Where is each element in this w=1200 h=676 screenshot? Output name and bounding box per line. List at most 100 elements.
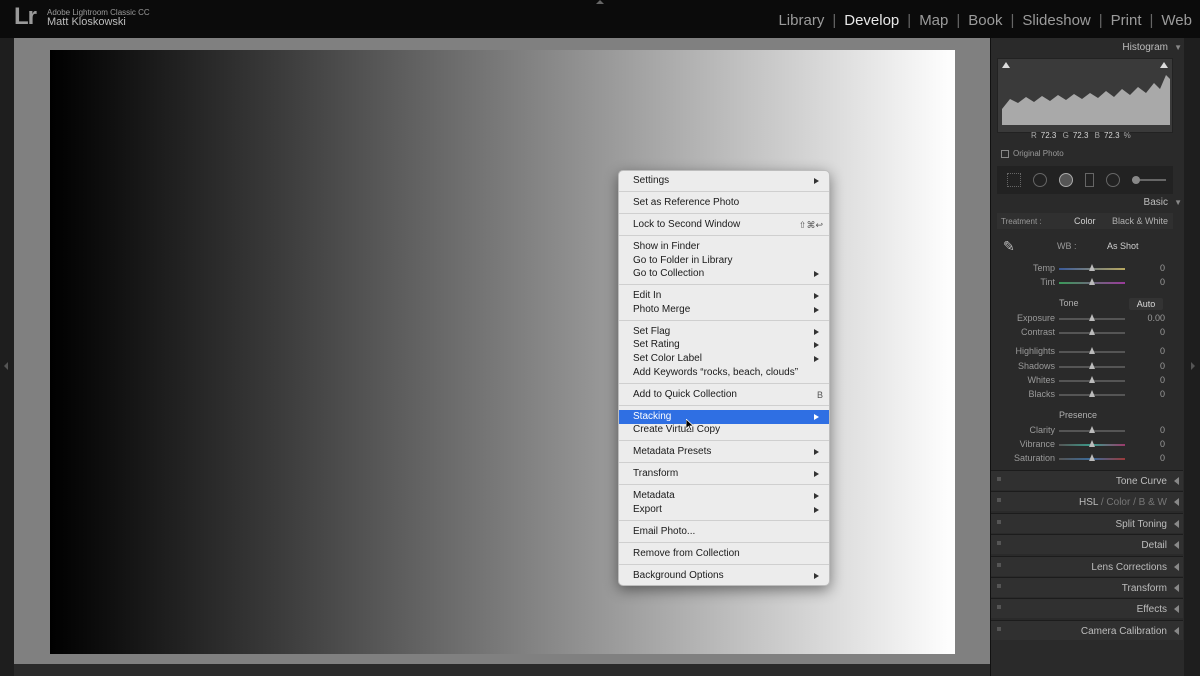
treatment-bw-button[interactable]: Black & White bbox=[1112, 216, 1168, 226]
vibrance-slider[interactable]: Vibrance 0 bbox=[997, 439, 1173, 451]
radial-filter-icon[interactable] bbox=[1106, 173, 1120, 187]
module-web[interactable]: Web bbox=[1153, 12, 1200, 29]
panel-switch-icon[interactable] bbox=[997, 541, 1001, 545]
panel-switch-icon[interactable] bbox=[997, 605, 1001, 609]
expand-triangle-icon[interactable] bbox=[1174, 605, 1179, 613]
detail-panel[interactable]: Detail bbox=[991, 534, 1183, 554]
original-photo-toggle[interactable]: Original Photo bbox=[1001, 149, 1064, 158]
right-panel-toggle-icon[interactable] bbox=[1191, 362, 1195, 370]
effects-panel[interactable]: Effects bbox=[991, 598, 1183, 618]
menu-item-email-photo[interactable]: Email Photo... bbox=[619, 525, 829, 539]
contrast-knob[interactable] bbox=[1089, 328, 1095, 335]
menu-item-set-color-label[interactable]: Set Color Label bbox=[619, 352, 829, 366]
lens-corrections-panel[interactable]: Lens Corrections bbox=[991, 556, 1183, 576]
adjustment-brush-icon[interactable] bbox=[1132, 176, 1166, 184]
hsl-tab[interactable]: HSL bbox=[1079, 497, 1098, 508]
highlights-value[interactable]: 0 bbox=[1160, 346, 1165, 356]
top-panel-toggle-icon[interactable] bbox=[596, 0, 604, 4]
blacks-knob[interactable] bbox=[1089, 390, 1095, 397]
expand-triangle-icon[interactable] bbox=[1174, 627, 1179, 635]
temp-value[interactable]: 0 bbox=[1160, 263, 1165, 273]
expand-triangle-icon[interactable] bbox=[1174, 541, 1179, 549]
shadow-clipping-icon[interactable] bbox=[1002, 62, 1010, 68]
menu-item-stacking[interactable]: Stacking bbox=[619, 410, 829, 424]
menu-item-create-virtual-copy[interactable]: Create Virtual Copy bbox=[619, 423, 829, 437]
saturation-value[interactable]: 0 bbox=[1160, 453, 1165, 463]
shadows-knob[interactable] bbox=[1089, 362, 1095, 369]
checkbox-icon[interactable] bbox=[1001, 149, 1009, 158]
menu-item-go-folder[interactable]: Go to Folder in Library bbox=[619, 254, 829, 268]
hsl-panel[interactable]: HSL / Color / B & W bbox=[991, 491, 1183, 511]
crop-tool-icon[interactable] bbox=[1007, 173, 1021, 187]
shadows-value[interactable]: 0 bbox=[1160, 361, 1165, 371]
wb-select[interactable]: As Shot bbox=[1107, 241, 1139, 251]
vibrance-value[interactable]: 0 bbox=[1160, 439, 1165, 449]
auto-button[interactable]: Auto bbox=[1129, 298, 1163, 310]
color-tab[interactable]: Color bbox=[1106, 497, 1130, 508]
tint-knob[interactable] bbox=[1089, 278, 1095, 285]
menu-item-go-collection[interactable]: Go to Collection bbox=[619, 267, 829, 281]
photo-viewer[interactable] bbox=[14, 38, 990, 664]
contrast-slider[interactable]: Contrast 0 bbox=[997, 327, 1173, 339]
menu-item-lock-second-window[interactable]: Lock to Second Window ⇧⌘↩ bbox=[619, 218, 829, 232]
tone-curve-panel[interactable]: Tone Curve bbox=[991, 470, 1183, 490]
menu-item-edit-in[interactable]: Edit In bbox=[619, 289, 829, 303]
expand-triangle-icon[interactable] bbox=[1174, 498, 1179, 506]
basic-header[interactable]: Basic bbox=[1144, 197, 1168, 208]
menu-item-metadata-presets[interactable]: Metadata Presets bbox=[619, 445, 829, 459]
menu-item-add-keywords[interactable]: Add Keywords “rocks, beach, clouds” bbox=[619, 366, 829, 380]
highlights-knob[interactable] bbox=[1089, 347, 1095, 354]
spot-removal-icon[interactable] bbox=[1033, 173, 1047, 187]
exposure-knob[interactable] bbox=[1089, 314, 1095, 321]
eyedropper-icon[interactable]: ✎ bbox=[1003, 238, 1015, 255]
whites-value[interactable]: 0 bbox=[1160, 375, 1165, 385]
saturation-knob[interactable] bbox=[1089, 454, 1095, 461]
clarity-value[interactable]: 0 bbox=[1160, 425, 1165, 435]
shadows-slider[interactable]: Shadows 0 bbox=[997, 361, 1173, 373]
collapse-triangle-icon[interactable]: ▼ bbox=[1174, 43, 1182, 52]
menu-item-set-reference[interactable]: Set as Reference Photo bbox=[619, 196, 829, 210]
module-develop[interactable]: Develop bbox=[836, 12, 907, 29]
menu-item-settings[interactable]: Settings bbox=[619, 174, 829, 188]
camera-calibration-panel[interactable]: Camera Calibration bbox=[991, 620, 1183, 640]
expand-triangle-icon[interactable] bbox=[1174, 584, 1179, 592]
menu-item-background-options[interactable]: Background Options bbox=[619, 569, 829, 583]
graduated-filter-icon[interactable] bbox=[1085, 173, 1094, 187]
clarity-slider[interactable]: Clarity 0 bbox=[997, 425, 1173, 437]
menu-item-set-flag[interactable]: Set Flag bbox=[619, 325, 829, 339]
module-library[interactable]: Library bbox=[770, 12, 832, 29]
tint-slider[interactable]: Tint 0 bbox=[997, 277, 1173, 289]
temp-slider[interactable]: Temp 0 bbox=[997, 263, 1173, 275]
transform-panel[interactable]: Transform bbox=[991, 577, 1183, 597]
blacks-slider[interactable]: Blacks 0 bbox=[997, 389, 1173, 401]
treatment-color-button[interactable]: Color bbox=[1074, 216, 1096, 226]
module-book[interactable]: Book bbox=[960, 12, 1010, 29]
menu-item-export[interactable]: Export bbox=[619, 503, 829, 517]
menu-item-set-rating[interactable]: Set Rating bbox=[619, 338, 829, 352]
whites-knob[interactable] bbox=[1089, 376, 1095, 383]
panel-switch-icon[interactable] bbox=[997, 563, 1001, 567]
temp-knob[interactable] bbox=[1089, 264, 1095, 271]
vibrance-knob[interactable] bbox=[1089, 440, 1095, 447]
whites-slider[interactable]: Whites 0 bbox=[997, 375, 1173, 387]
bw-tab[interactable]: B & W bbox=[1139, 497, 1167, 508]
module-print[interactable]: Print bbox=[1103, 12, 1150, 29]
collapse-triangle-icon[interactable]: ▼ bbox=[1174, 198, 1182, 207]
menu-item-transform[interactable]: Transform bbox=[619, 467, 829, 481]
panel-switch-icon[interactable] bbox=[997, 627, 1001, 631]
tint-value[interactable]: 0 bbox=[1160, 277, 1165, 287]
left-panel-toggle-icon[interactable] bbox=[4, 362, 8, 370]
saturation-slider[interactable]: Saturation 0 bbox=[997, 453, 1173, 465]
panel-switch-icon[interactable] bbox=[997, 477, 1001, 481]
panel-switch-icon[interactable] bbox=[997, 498, 1001, 502]
expand-triangle-icon[interactable] bbox=[1174, 520, 1179, 528]
exposure-slider[interactable]: Exposure 0.00 bbox=[997, 313, 1173, 325]
module-slideshow[interactable]: Slideshow bbox=[1014, 12, 1098, 29]
expand-triangle-icon[interactable] bbox=[1174, 563, 1179, 571]
clarity-knob[interactable] bbox=[1089, 426, 1095, 433]
menu-item-photo-merge[interactable]: Photo Merge bbox=[619, 303, 829, 317]
right-edge-strip[interactable] bbox=[1184, 38, 1200, 676]
panel-switch-icon[interactable] bbox=[997, 520, 1001, 524]
red-eye-icon[interactable] bbox=[1059, 173, 1073, 187]
menu-item-add-quick-collection[interactable]: Add to Quick Collection B bbox=[619, 388, 829, 402]
